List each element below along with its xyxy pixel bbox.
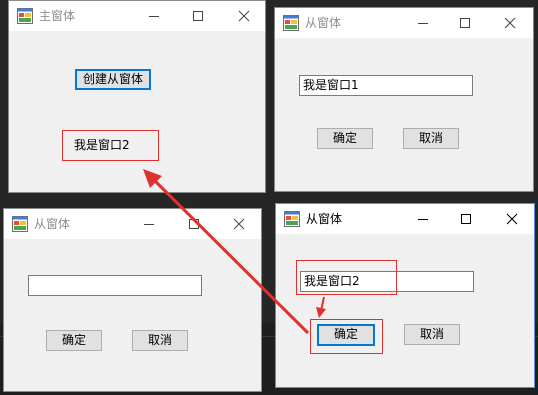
- child-window-2: 从窗体 确定 取消: [3, 208, 262, 392]
- maximize-icon[interactable]: [188, 6, 208, 26]
- title-bar[interactable]: 从窗体: [275, 8, 533, 38]
- child-window-3: 从窗体 我是窗口2 确定 取消: [275, 203, 535, 388]
- minimize-icon[interactable]: [139, 214, 159, 234]
- minimize-icon[interactable]: [413, 13, 433, 33]
- title-bar[interactable]: 主窗体: [9, 1, 265, 31]
- window-title: 从窗体: [34, 217, 71, 231]
- window-title: 主窗体: [39, 9, 76, 23]
- maximize-icon[interactable]: [184, 214, 204, 234]
- message-textbox[interactable]: 我是窗口1: [299, 75, 473, 96]
- cancel-button[interactable]: 取消: [404, 324, 460, 345]
- window-title: 从窗体: [305, 16, 342, 30]
- app-icon: [284, 211, 300, 227]
- ok-button[interactable]: 确定: [46, 330, 102, 351]
- annotation-highlight-ok-button: [310, 319, 383, 354]
- cancel-button[interactable]: 取消: [132, 330, 188, 351]
- message-textbox[interactable]: [28, 275, 202, 296]
- window-title: 从窗体: [306, 212, 343, 226]
- minimize-icon[interactable]: [413, 209, 433, 229]
- title-bar[interactable]: 从窗体: [276, 204, 534, 234]
- maximize-icon[interactable]: [456, 209, 476, 229]
- annotation-highlight-label: [62, 130, 159, 161]
- create-child-button[interactable]: 创建从窗体: [75, 69, 151, 90]
- title-bar[interactable]: 从窗体: [4, 209, 261, 239]
- close-icon[interactable]: [502, 209, 522, 229]
- cancel-button[interactable]: 取消: [403, 128, 459, 149]
- app-icon: [12, 216, 28, 232]
- minimize-icon[interactable]: [144, 6, 164, 26]
- ok-button[interactable]: 确定: [317, 128, 373, 149]
- annotation-highlight-textbox: [296, 260, 397, 295]
- child-window-1: 从窗体 我是窗口1 确定 取消: [274, 7, 534, 192]
- close-icon[interactable]: [229, 214, 249, 234]
- main-window: 主窗体 创建从窗体 我是窗口2: [8, 0, 266, 193]
- maximize-icon[interactable]: [455, 13, 475, 33]
- app-icon: [283, 15, 299, 31]
- close-icon[interactable]: [500, 13, 520, 33]
- close-icon[interactable]: [234, 6, 254, 26]
- app-icon: [17, 8, 33, 24]
